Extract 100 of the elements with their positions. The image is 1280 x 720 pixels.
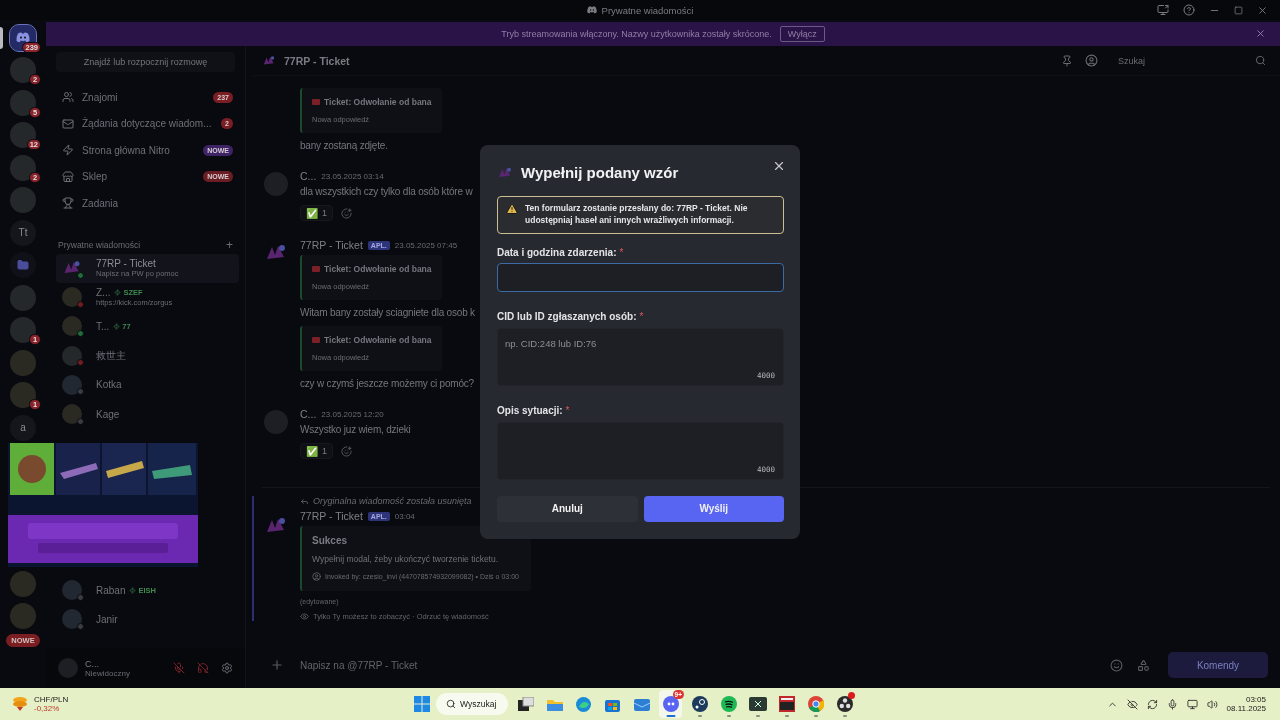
banner-text: Tryb streamowania włączony. Nazwy użytkownika zostały skrócone. — [501, 29, 772, 39]
dm-item[interactable]: 救世主 — [56, 341, 239, 371]
sync-icon[interactable] — [1146, 698, 1158, 710]
field-label: CID lub ID zgłaszanych osób: — [497, 310, 637, 322]
author-name: 77RP - Ticket — [300, 510, 363, 522]
required-mark: * — [565, 404, 570, 416]
server-icon[interactable] — [10, 24, 36, 51]
dialog-title: Wypełnij podany wzór — [521, 164, 679, 181]
network-icon[interactable] — [1186, 698, 1198, 710]
reaction-button[interactable]: ✅ 1 — [300, 443, 333, 459]
browser-icon[interactable] — [576, 696, 591, 712]
requests-icon — [62, 117, 74, 130]
server-folder[interactable] — [10, 252, 36, 279]
mail-icon[interactable] — [633, 697, 650, 711]
embed-text: Wypełnij modal, żeby ukończyć tworzenie ticketu. — [312, 554, 500, 564]
dm-item[interactable]: Kotka — [56, 370, 239, 400]
message-text: czy w czymś jeszcze możemy ci pomóc? — [300, 378, 475, 390]
task-view-icon[interactable] — [517, 697, 534, 711]
commands-button[interactable]: Komendy — [1168, 652, 1268, 678]
running-indicator — [726, 715, 731, 717]
cancel-button[interactable]: Anuluj — [497, 495, 638, 522]
lightning-icon — [129, 586, 137, 594]
close-icon[interactable] — [1255, 28, 1266, 39]
microphone-icon[interactable] — [1166, 698, 1178, 710]
message-time: 23.05.2025 07:45 — [394, 240, 458, 250]
taskbar-search[interactable]: Wyszukaj — [436, 693, 508, 715]
field-label: Opis sytuacji: — [497, 404, 563, 416]
section-title: Prywatne wiadomości — [58, 239, 141, 250]
apps-icon[interactable] — [1137, 658, 1150, 672]
embed-title: Ticket: Odwołanie od bana — [312, 264, 432, 274]
music-app-icon[interactable] — [720, 696, 737, 712]
user-status: Niewidoczny — [85, 668, 130, 678]
help-icon[interactable] — [1183, 4, 1195, 16]
friends-icon — [62, 91, 74, 104]
add-dm-button[interactable]: + — [226, 237, 233, 252]
settings-icon[interactable] — [221, 662, 233, 674]
add-reaction-icon[interactable] — [341, 445, 352, 457]
server-icon[interactable] — [10, 122, 36, 149]
search-icon — [1255, 55, 1266, 66]
widget-value: -0,32% — [34, 704, 61, 713]
input-field[interactable] — [497, 262, 784, 292]
screen-share-icon[interactable] — [1157, 4, 1169, 16]
browser-icon[interactable] — [807, 696, 824, 712]
window-title: Prywatne wiadomości — [601, 4, 694, 16]
running-indicator — [755, 715, 760, 717]
reaction-button[interactable]: ✅ 1 — [300, 205, 333, 221]
maximize-icon[interactable] — [1234, 5, 1243, 15]
user-profile-icon[interactable] — [1085, 54, 1098, 67]
terminal-icon[interactable] — [748, 697, 767, 711]
recorder-icon[interactable] — [836, 696, 853, 712]
mixer-icon[interactable] — [778, 696, 795, 712]
folder-icon — [17, 259, 29, 272]
author-name: 77RP - Ticket — [300, 239, 363, 251]
folder-icon[interactable] — [546, 697, 563, 711]
start-icon[interactable] — [414, 696, 430, 712]
app-icon[interactable] — [691, 696, 708, 712]
server-icon[interactable]: Tt — [10, 219, 36, 246]
reply-icon — [300, 496, 309, 506]
server-icon[interactable]: a — [10, 414, 36, 441]
volume-icon[interactable] — [1206, 698, 1218, 710]
message-text: bany zostaną zdjęte. — [300, 140, 389, 152]
widget-title: CHF/PLN — [34, 695, 69, 704]
mic-off-icon[interactable] — [173, 662, 185, 674]
headphones-off-icon[interactable] — [197, 662, 209, 674]
avatar-icon — [312, 572, 321, 581]
disable-button[interactable]: Wyłącz — [779, 26, 825, 42]
dm-item[interactable]: Kage — [56, 399, 239, 429]
selected-indicator — [0, 27, 3, 49]
message-time: 23.05.2025 03:14 — [321, 171, 384, 181]
close-icon[interactable] — [1257, 4, 1268, 16]
embed-title: Sukces — [312, 535, 349, 546]
search-button[interactable]: Znajdź lub rozpocznij rozmowę — [56, 52, 235, 72]
add-reaction-icon[interactable] — [341, 207, 352, 219]
coins-icon — [12, 696, 28, 712]
running-indicator — [842, 715, 847, 717]
running-indicator — [666, 715, 675, 717]
lightning-icon — [113, 322, 121, 330]
pin-icon[interactable] — [1061, 54, 1073, 67]
chat-app-icon[interactable] — [662, 696, 679, 712]
chat-title: 77RP - Ticket — [284, 54, 350, 67]
eye-off-icon[interactable] — [1126, 698, 1138, 710]
required-mark: * — [619, 246, 624, 258]
running-indicator — [697, 715, 702, 717]
close-icon — [772, 159, 786, 173]
lightning-icon — [114, 289, 122, 297]
warning-text: Ten formularz zostanie przesłany do: 77RP - Ticket. Nie udostępniaj haseł ani innych wrażliwych informacji. — [525, 203, 749, 227]
nav-item[interactable]: Zadania — [56, 190, 239, 217]
submit-button[interactable]: Wyślij — [643, 495, 784, 522]
shop-icon — [62, 170, 74, 183]
running-indicator — [813, 715, 818, 717]
search-field[interactable]: Szukaj — [1110, 50, 1270, 71]
field-label: Data i godzina zdarzenia: — [497, 246, 617, 258]
message-input[interactable]: Napisz na @77RP - Ticket — [298, 658, 1096, 672]
message-time: 03:04 — [394, 511, 415, 521]
clock-date: 08.11.2025 — [1226, 704, 1266, 713]
search-icon — [446, 699, 456, 709]
dm-item[interactable]: Janir — [56, 604, 239, 634]
message-text: Wszystko juz wiem, dzieki — [300, 424, 411, 436]
add-icon[interactable] — [270, 658, 284, 672]
emoji-icon[interactable] — [1110, 658, 1123, 672]
